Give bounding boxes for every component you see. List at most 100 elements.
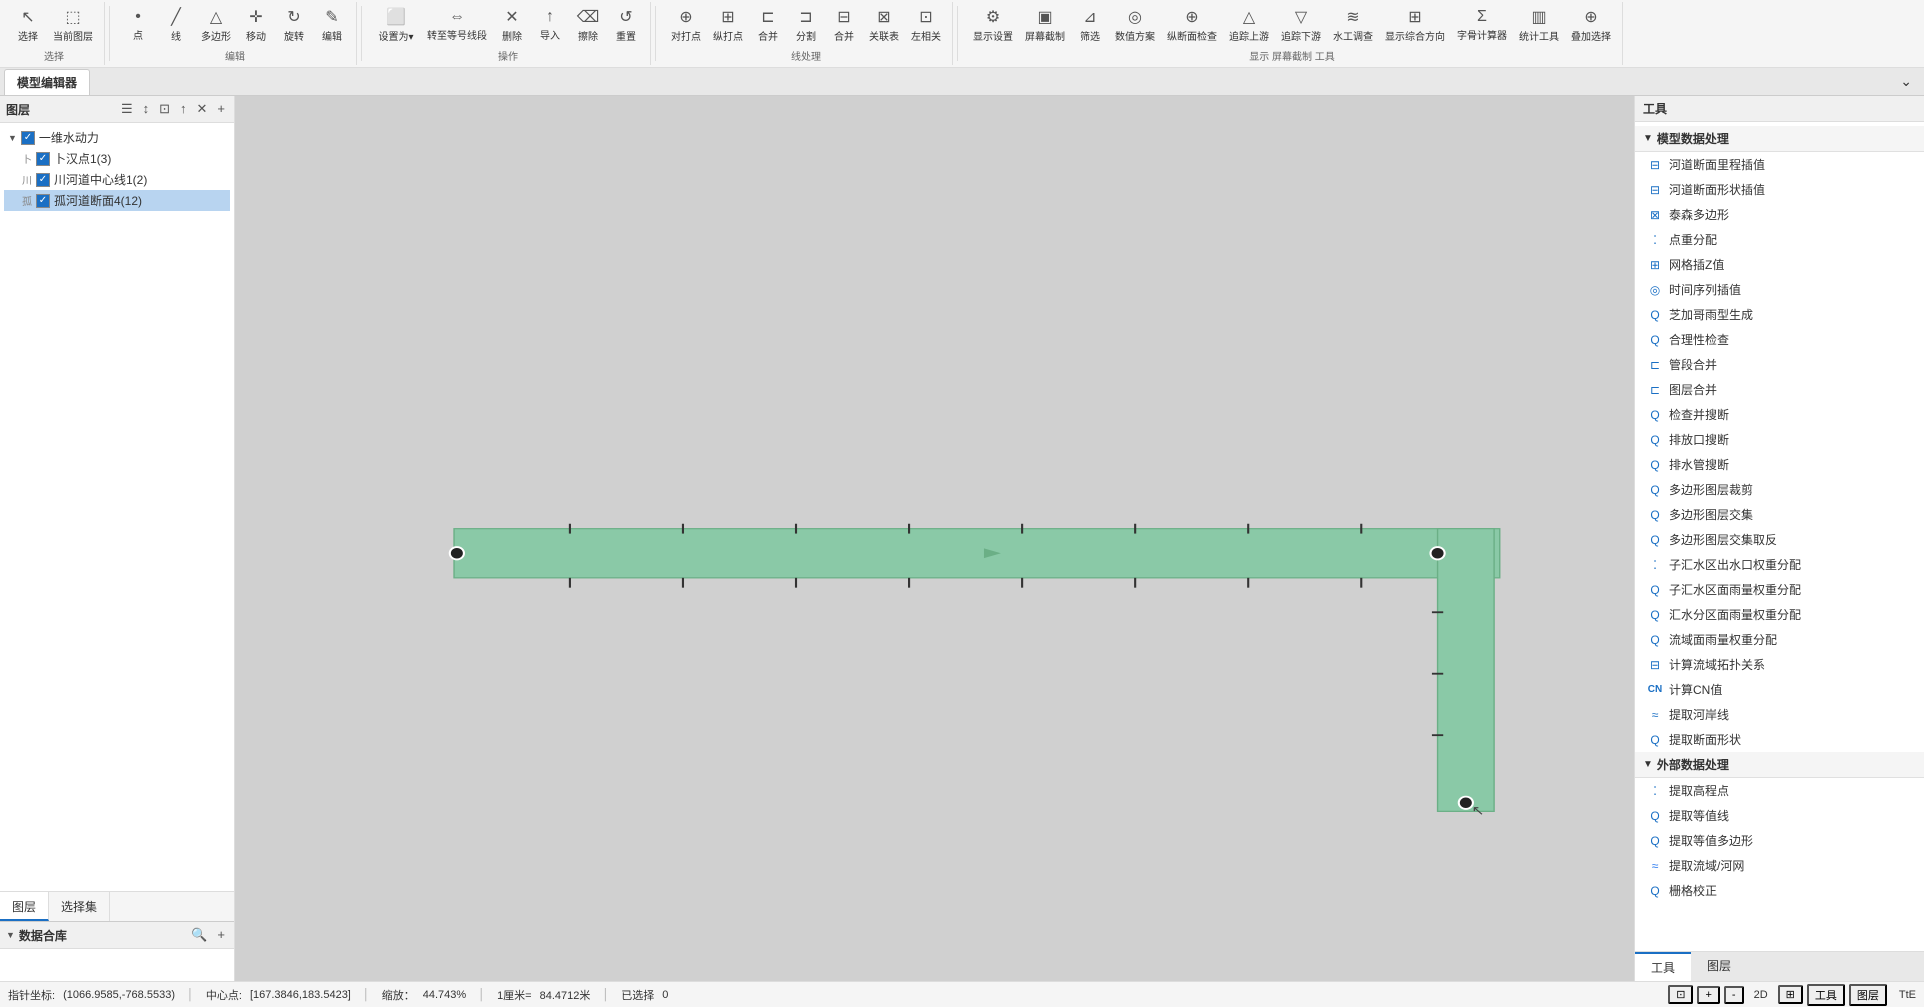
group-checkbox[interactable] — [21, 131, 35, 145]
move-btn[interactable]: ✛ 移动 — [238, 4, 274, 46]
point-btn[interactable]: • 点 — [120, 5, 156, 45]
canvas-area[interactable]: ↖ — [235, 96, 1634, 981]
tool-item-pipe-break[interactable]: Q 排水管搜断 — [1635, 452, 1924, 477]
layer-checkbox-centerline[interactable] — [36, 173, 50, 187]
merge1-label: 合并 — [758, 28, 778, 43]
layer-icon-settings[interactable]: ☰ — [118, 100, 136, 118]
import-btn[interactable]: ↑ 导入 — [532, 5, 568, 45]
remove-up-btn[interactable]: △ 追踪上游 — [1224, 4, 1274, 46]
tool-item-cn[interactable]: CN 计算CN值 — [1635, 677, 1924, 702]
layer-item-points[interactable]: 卜 卜汉点1(3) — [4, 148, 230, 169]
tool-item-node-merge[interactable]: ⊏ 图层合并 — [1635, 377, 1924, 402]
tool-item-subbasin-outlet[interactable]: ⁚ 子汇水区出水口权重分配 — [1635, 552, 1924, 577]
rotate-btn[interactable]: ↻ 旋转 — [276, 4, 312, 46]
split-btn[interactable]: ⊐ 分割 — [788, 4, 824, 46]
tool-item-contour-line[interactable]: Q 提取等值线 — [1635, 803, 1924, 828]
tool-item-cross-interp[interactable]: ⊟ 河道断面里程插值 — [1635, 152, 1924, 177]
statusbar-grid-icon[interactable]: ⊞ — [1778, 985, 1803, 1004]
section-header-model[interactable]: ▼ 模型数据处理 — [1635, 126, 1924, 152]
tool-item-check-break[interactable]: Q 检查并搜断 — [1635, 402, 1924, 427]
tool-item-time-interp[interactable]: ◎ 时间序列插值 — [1635, 277, 1924, 302]
add-select-btn[interactable]: ⊕ 叠加选择 — [1566, 4, 1616, 46]
statusbar-zoom-out[interactable]: - — [1724, 986, 1744, 1004]
layer-panel-title: 图层 — [6, 101, 30, 118]
layer-icon-delete[interactable]: ✕ — [194, 100, 211, 118]
tool-item-grid-z[interactable]: ⊞ 网格插Z值 — [1635, 252, 1924, 277]
tool-item-point-weight[interactable]: ⁚ 点重分配 — [1635, 227, 1924, 252]
layer-group-header-hydro[interactable]: ▼ 一维水动力 — [4, 127, 230, 148]
remove-down-btn[interactable]: ▽ 追踪下游 — [1276, 4, 1326, 46]
tool-item-rationality[interactable]: Q 合理性检查 — [1635, 327, 1924, 352]
bottom-tab-layers[interactable]: 图层 — [0, 892, 49, 921]
section-header-external[interactable]: ▼ 外部数据处理 — [1635, 752, 1924, 778]
tool-item-subbasin-rain[interactable]: Q 子汇水区面雨量权重分配 — [1635, 577, 1924, 602]
poly-cut-label: 多边形图层裁剪 — [1669, 481, 1753, 498]
tool-item-chicago[interactable]: Q 芝加哥雨型生成 — [1635, 302, 1924, 327]
layer-icon-sort[interactable]: ↕ — [140, 100, 153, 118]
layer-icon-up[interactable]: ↑ — [177, 100, 190, 118]
left-rel-btn[interactable]: ⊡ 左相关 — [906, 4, 946, 46]
layer-icon-link[interactable]: ⊡ — [156, 100, 173, 118]
tool-item-extract-river[interactable]: ≈ 提取河岸线 — [1635, 702, 1924, 727]
current-layer-btn[interactable]: ⬚ 当前图层 — [48, 4, 98, 46]
merge2-btn[interactable]: ⊟ 合并 — [826, 4, 862, 46]
cn-icon: CN — [1647, 682, 1663, 698]
tool-item-extract-cross-shape[interactable]: Q 提取断面形状 — [1635, 727, 1924, 752]
erase-btn[interactable]: ⌫ 擦除 — [570, 4, 606, 46]
select-btn[interactable]: ↖ 选择 — [10, 4, 46, 46]
layer-item-crosssection[interactable]: 孤 孤河道断面4(12) — [4, 190, 230, 211]
statusbar-zoom-fit[interactable]: ⊡ — [1668, 985, 1693, 1004]
layer-item-centerline[interactable]: 川 川河道中心线1(2) — [4, 169, 230, 190]
tool-item-outlet-break[interactable]: Q 排放口搜断 — [1635, 427, 1924, 452]
tool-item-poly-cut[interactable]: Q 多边形图层裁剪 — [1635, 477, 1924, 502]
tool-item-thiessen[interactable]: ⊠ 泰森多边形 — [1635, 202, 1924, 227]
snap-point-btn[interactable]: ⊕ 对打点 — [666, 4, 706, 46]
layer-icon-add[interactable]: + — [214, 100, 228, 118]
tool-item-basin-rain[interactable]: Q 流域面雨量权重分配 — [1635, 627, 1924, 652]
tool-item-contour-polygon[interactable]: Q 提取等值多边形 — [1635, 828, 1924, 853]
statusbar-tte-label: TtE — [1899, 989, 1916, 1001]
model-editor-tab[interactable]: 模型编辑器 — [4, 69, 90, 95]
snap-line-btn[interactable]: ⊞ 纵打点 — [708, 4, 748, 46]
edit-btn[interactable]: ✎ 编辑 — [314, 4, 350, 46]
bottom-tab-selection[interactable]: 选择集 — [49, 892, 110, 921]
statusbar-zoom-in[interactable]: + — [1697, 986, 1719, 1004]
tool-item-watershed[interactable]: ≈ 提取流域/河网 — [1635, 853, 1924, 878]
tool-item-catchment-rain[interactable]: Q 汇水分区面雨量权重分配 — [1635, 602, 1924, 627]
display-settings-btn[interactable]: ⚙ 显示设置 — [968, 4, 1018, 46]
statusbar-tool-tab[interactable]: 工具 — [1807, 984, 1845, 1006]
to-equal-btn[interactable]: ⇔ 转至等号线段 — [422, 5, 492, 45]
stats-btn[interactable]: ▥ 统计工具 — [1514, 4, 1564, 46]
tool-item-elev[interactable]: ⁚ 提取高程点 — [1635, 778, 1924, 803]
contour-line-label: 提取等值线 — [1669, 807, 1729, 824]
pipe-merge-label: 管段合并 — [1669, 356, 1717, 373]
reset-btn[interactable]: ↺ 重置 — [608, 4, 644, 46]
tool-item-grid-correction[interactable]: Q 栅格校正 — [1635, 878, 1924, 903]
screen-capture-btn[interactable]: ▣ 屏幕截制 — [1020, 4, 1070, 46]
polygon-btn[interactable]: △ 多边形 — [196, 4, 236, 46]
surface-rel-btn[interactable]: ⊠ 关联表 — [864, 4, 904, 46]
data-plan-btn[interactable]: ◎ 数值方案 — [1110, 4, 1160, 46]
layer-checkbox-points[interactable] — [36, 152, 50, 166]
datasource-add-icon[interactable]: + — [214, 926, 228, 944]
point-label: 点 — [133, 27, 143, 42]
tool-item-topology[interactable]: ⊟ 计算流域拓扑关系 — [1635, 652, 1924, 677]
merge1-btn[interactable]: ⊏ 合并 — [750, 4, 786, 46]
layer-checkbox-crosssection[interactable] — [36, 194, 50, 208]
delete-btn[interactable]: ✕ 删除 — [494, 4, 530, 46]
right-tab-layers[interactable]: 图层 — [1691, 952, 1747, 981]
tool-item-poly-extract[interactable]: Q 多边形图层交集取反 — [1635, 527, 1924, 552]
set-as-btn[interactable]: ⬜ 设置为▾ — [372, 4, 420, 46]
tool-item-pipe-merge[interactable]: ⊏ 管段合并 — [1635, 352, 1924, 377]
font-calc-btn[interactable]: Σ 字骨计算器 — [1452, 5, 1512, 45]
line-btn[interactable]: ╱ 线 — [158, 4, 194, 46]
tool-item-poly-intersect[interactable]: Q 多边形图层交集 — [1635, 502, 1924, 527]
filter-btn[interactable]: ⊿ 筛选 — [1072, 4, 1108, 46]
statusbar-layer-tab[interactable]: 图层 — [1849, 984, 1887, 1006]
datasource-search-icon[interactable]: 🔍 — [188, 926, 210, 944]
show-combined-btn[interactable]: ⊞ 显示综合方向 — [1380, 4, 1450, 46]
cross-check-btn[interactable]: ⊕ 纵断面检查 — [1162, 4, 1222, 46]
right-tab-tools[interactable]: 工具 — [1635, 952, 1691, 981]
tool-item-cross-shape[interactable]: ⊟ 河道断面形状插值 — [1635, 177, 1924, 202]
hydro-adjust-btn[interactable]: ≋ 水工调查 — [1328, 4, 1378, 46]
